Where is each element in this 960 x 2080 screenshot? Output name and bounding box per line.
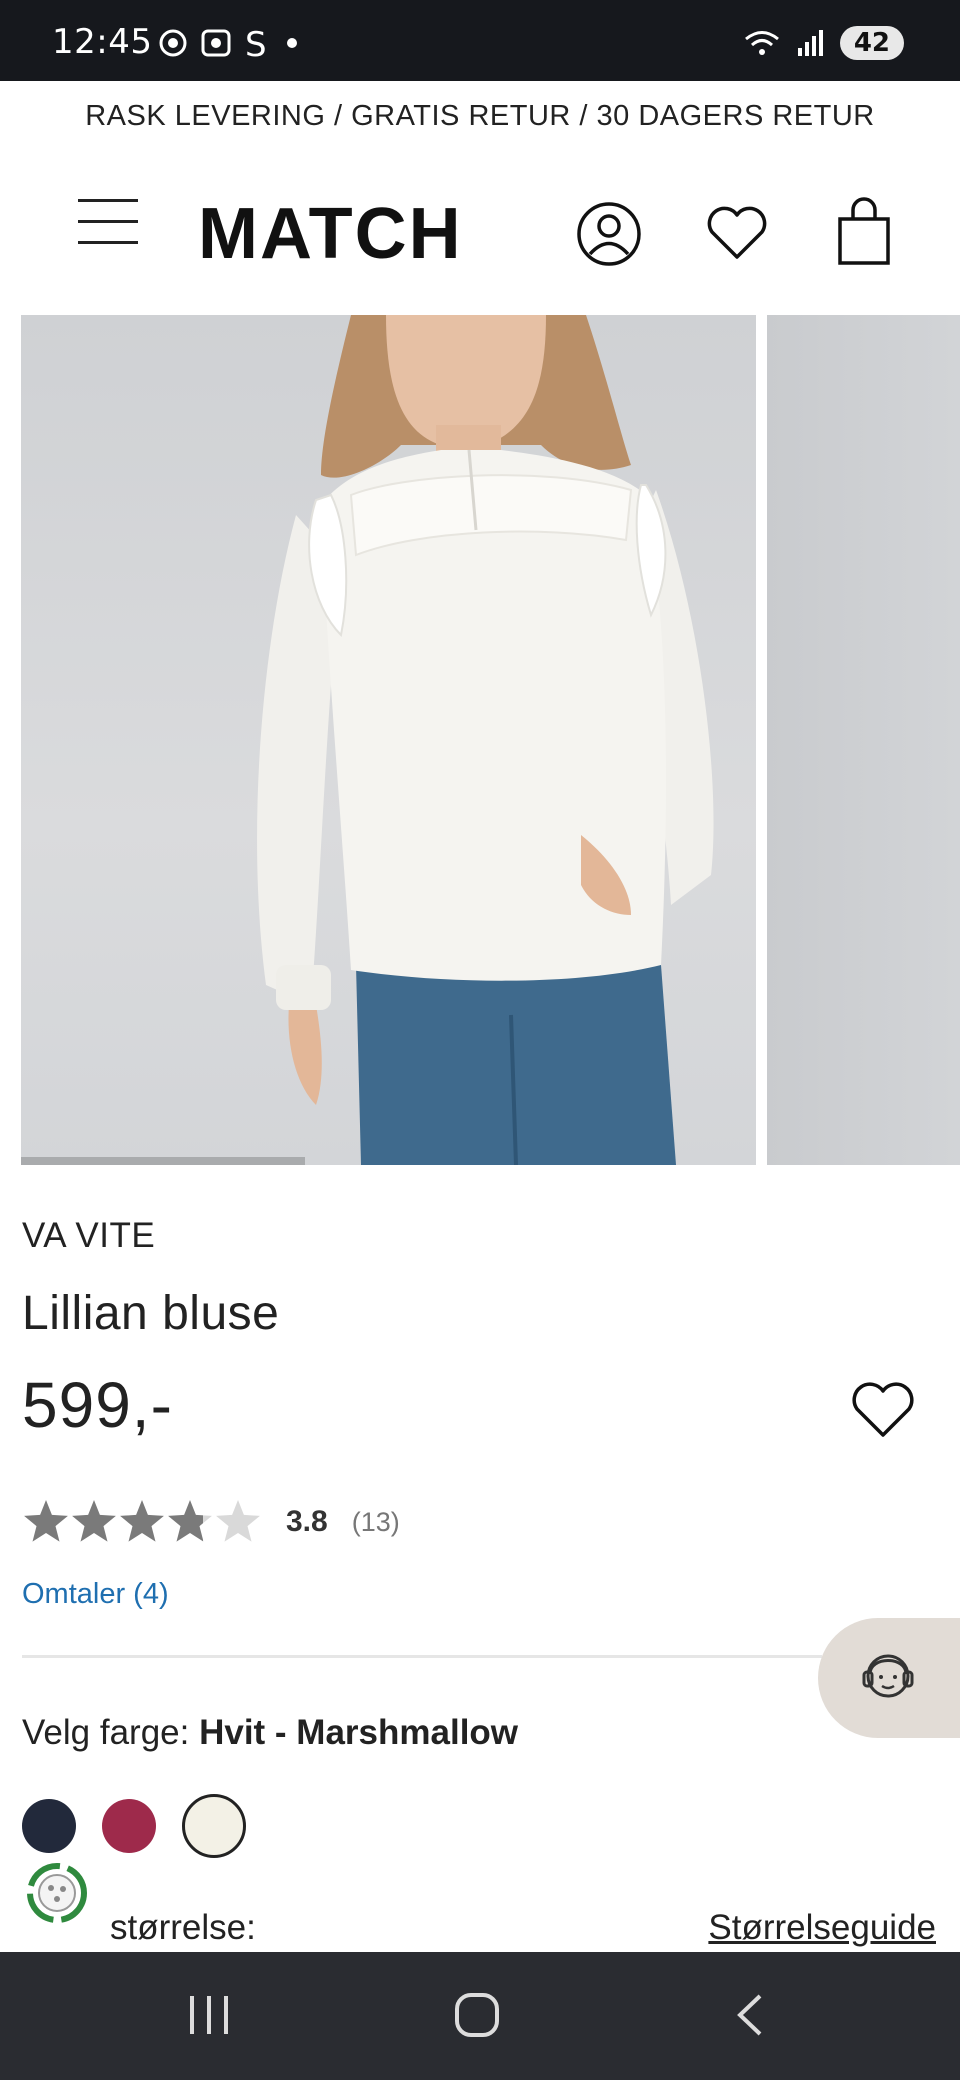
status-bar: 12:45 S 42 bbox=[0, 0, 960, 81]
recent-apps-icon[interactable] bbox=[186, 1992, 232, 2038]
product-price: 599,- bbox=[22, 1369, 173, 1441]
chrome-icon bbox=[159, 29, 187, 57]
system-navigation-bar bbox=[0, 1952, 960, 2080]
color-swatches bbox=[22, 1794, 246, 1858]
product-title: Lillian bluse bbox=[22, 1287, 280, 1340]
product-brand[interactable]: VA VITE bbox=[22, 1216, 155, 1256]
rating-count: (13) bbox=[351, 1506, 400, 1537]
support-agent-icon bbox=[862, 1654, 914, 1698]
reviews-link[interactable]: Omtaler (4) bbox=[22, 1578, 169, 1611]
color-swatch-white-selected[interactable] bbox=[182, 1794, 246, 1858]
wishlist-icon[interactable] bbox=[706, 205, 768, 261]
svg-text:S: S bbox=[245, 26, 267, 60]
product-rating[interactable]: 3.8 (13) bbox=[22, 1498, 400, 1546]
status-notification-icons: S bbox=[158, 26, 302, 60]
screenshot-icon bbox=[201, 29, 231, 57]
signal-icon bbox=[797, 30, 823, 56]
rating-star bbox=[216, 1500, 260, 1542]
rating-star bbox=[168, 1500, 212, 1542]
sustainability-icon[interactable] bbox=[20, 1856, 94, 1930]
status-time: 12:45 bbox=[52, 22, 153, 62]
rating-star bbox=[24, 1500, 68, 1542]
next-product-image[interactable] bbox=[767, 315, 960, 1165]
rating-stars bbox=[24, 1500, 260, 1542]
menu-icon[interactable] bbox=[78, 199, 138, 247]
dot-icon bbox=[287, 38, 297, 48]
color-label: Velg farge: bbox=[22, 1713, 190, 1752]
gallery-progress-indicator bbox=[21, 1157, 305, 1165]
account-icon[interactable] bbox=[576, 201, 642, 267]
cart-icon[interactable] bbox=[836, 197, 892, 267]
back-icon[interactable] bbox=[728, 1992, 774, 2038]
rating-value: 3.8 bbox=[286, 1505, 328, 1538]
promo-banner: RASK LEVERING / GRATIS RETUR / 30 DAGERS… bbox=[85, 100, 875, 132]
rating-star bbox=[72, 1500, 116, 1542]
wifi-icon bbox=[744, 31, 779, 55]
model-illustration bbox=[257, 315, 714, 1165]
selected-color-name: Hvit - Marshmallow bbox=[199, 1713, 519, 1752]
product-image-gallery[interactable] bbox=[21, 315, 960, 1165]
size-guide-link[interactable]: Størrelseguide bbox=[708, 1908, 936, 1948]
logo[interactable]: MATCH bbox=[198, 193, 463, 275]
color-selector-label: Velg farge: Hvit - Marshmallow bbox=[22, 1713, 518, 1753]
status-system-icons: 42 bbox=[742, 26, 904, 60]
color-swatch-navy[interactable] bbox=[22, 1799, 76, 1853]
home-icon[interactable] bbox=[454, 1992, 500, 2038]
size-label: størrelse: bbox=[110, 1908, 256, 1947]
customer-service-button[interactable] bbox=[818, 1618, 960, 1738]
battery-indicator: 42 bbox=[839, 26, 904, 60]
site-header: MATCH bbox=[0, 151, 960, 311]
s-app-icon: S bbox=[245, 26, 267, 60]
add-to-wishlist-icon[interactable] bbox=[850, 1380, 916, 1440]
color-swatch-red[interactable] bbox=[102, 1799, 156, 1853]
product-image[interactable] bbox=[21, 315, 756, 1165]
rating-star bbox=[120, 1500, 164, 1542]
divider bbox=[22, 1655, 822, 1658]
